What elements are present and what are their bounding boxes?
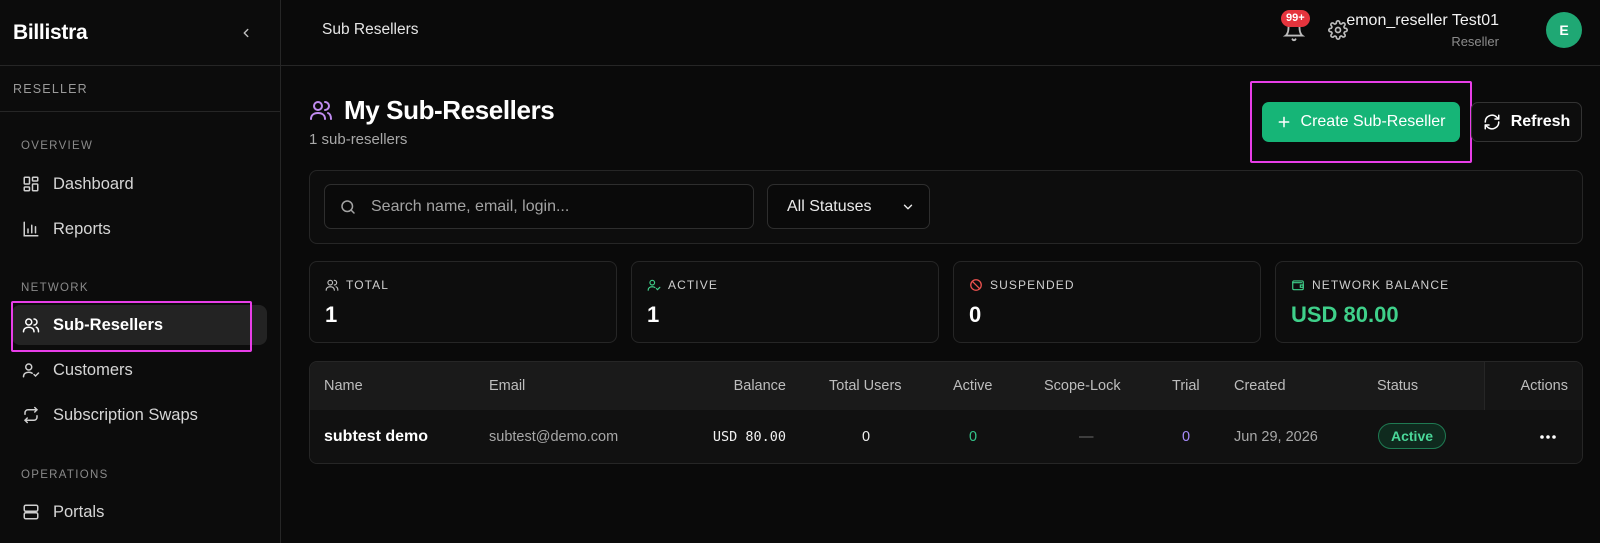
column-header-email[interactable]: Email <box>489 378 525 394</box>
column-header-scope-lock[interactable]: Scope-Lock <box>1044 378 1121 394</box>
sidebar-item-subscription-swaps[interactable]: Subscription Swaps <box>12 395 267 435</box>
column-header-active[interactable]: Active <box>953 378 993 394</box>
column-header-trial[interactable]: Trial <box>1172 378 1200 394</box>
user-role: Reseller <box>1451 34 1499 49</box>
sub-resellers-table: Name Email Balance Total Users Active Sc… <box>309 361 1583 464</box>
table-header: Name Email Balance Total Users Active Sc… <box>310 362 1582 410</box>
cell-name[interactable]: subtest demo <box>324 428 428 446</box>
search-input[interactable] <box>371 197 731 216</box>
user-name[interactable]: emon_reseller Test01 <box>1346 12 1499 30</box>
column-header-actions: Actions <box>1520 378 1568 394</box>
user-check-icon <box>647 279 661 291</box>
users-icon <box>325 279 339 291</box>
refresh-button-label: Refresh <box>1510 113 1571 130</box>
cell-balance: USD 80.00 <box>712 429 786 445</box>
cell-total-users: 0 <box>862 429 871 445</box>
status-filter-value: All Statuses <box>787 197 872 215</box>
cell-scope-lock: — <box>1079 429 1094 445</box>
cell-email: subtest@demo.com <box>489 429 619 445</box>
sidebar-item-sub-resellers[interactable]: Sub-Resellers <box>12 305 267 345</box>
cell-active: 0 <box>969 429 978 445</box>
brand-logo: Billistra <box>13 20 88 44</box>
stat-value: 1 <box>647 302 660 327</box>
users-icon <box>309 98 333 122</box>
wallet-icon <box>1292 280 1304 291</box>
server-icon <box>22 503 40 521</box>
top-bar: Sub Resellers 99+ emon_reseller Test01 R… <box>281 0 1600 66</box>
sidebar-item-label: Reports <box>53 219 111 238</box>
row-actions-button[interactable] <box>1536 425 1560 449</box>
nav-section-operations: OPERATIONS <box>21 469 109 481</box>
stat-card-network-balance: NETWORK BALANCE USD 80.00 <box>1275 261 1583 343</box>
sidebar-item-portals[interactable]: Portals <box>12 492 267 532</box>
stat-card-total: TOTAL 1 <box>309 261 617 343</box>
notification-count-badge: 99+ <box>1281 10 1310 27</box>
stat-value: 0 <box>969 302 982 327</box>
sidebar-item-label: Dashboard <box>53 174 134 193</box>
stat-value: USD 80.00 <box>1291 302 1399 327</box>
collapse-sidebar-button[interactable] <box>236 23 256 43</box>
column-header-balance[interactable]: Balance <box>734 378 786 394</box>
page-title: My Sub-Resellers <box>344 95 555 125</box>
column-header-total-users[interactable]: Total Users <box>829 378 902 394</box>
stat-card-active: ACTIVE 1 <box>631 261 939 343</box>
app-root: Billistra RESELLER OVERVIEW Dashboard Re… <box>0 0 1600 543</box>
column-header-status[interactable]: Status <box>1377 378 1418 394</box>
column-header-created[interactable]: Created <box>1234 378 1286 394</box>
column-header-name[interactable]: Name <box>324 378 363 394</box>
filter-bar: All Statuses <box>309 170 1583 244</box>
create-button-label: Create Sub-Reseller <box>1300 113 1446 130</box>
ban-icon <box>970 279 982 291</box>
sidebar-item-customers[interactable]: Customers <box>12 350 267 390</box>
user-check-icon <box>22 361 40 379</box>
search-icon <box>341 199 355 214</box>
stat-label: SUSPENDED <box>990 278 1075 292</box>
sidebar-item-reports[interactable]: Reports <box>12 209 267 249</box>
refresh-icon <box>1484 114 1500 130</box>
role-label: RESELLER <box>0 66 280 112</box>
actions-header-cell: Actions <box>1484 362 1582 410</box>
gear-icon <box>1328 20 1348 40</box>
create-sub-reseller-button[interactable]: Create Sub-Reseller <box>1262 102 1460 142</box>
dashboard-icon <box>22 175 40 193</box>
reports-icon <box>22 220 40 238</box>
users-icon <box>22 316 40 334</box>
nav-section-network: NETWORK <box>21 282 89 294</box>
sidebar-item-label: Sub-Resellers <box>53 315 164 334</box>
sidebar-item-dashboard[interactable]: Dashboard <box>12 164 267 204</box>
cell-created: Jun 29, 2026 <box>1234 429 1318 445</box>
stat-label: ACTIVE <box>668 278 718 292</box>
refresh-button[interactable]: Refresh <box>1471 102 1582 142</box>
status-badge: Active <box>1378 423 1447 449</box>
search-box[interactable] <box>324 184 754 229</box>
sidebar-item-label: Customers <box>53 360 133 379</box>
stat-card-suspended: SUSPENDED 0 <box>953 261 1261 343</box>
chevron-left-icon <box>243 28 249 37</box>
cell-trial: 0 <box>1182 429 1191 445</box>
avatar[interactable]: E <box>1546 12 1582 48</box>
plus-icon <box>1278 116 1289 128</box>
swap-icon <box>22 406 40 424</box>
breadcrumb: Sub Resellers <box>322 21 419 38</box>
stat-label: TOTAL <box>346 278 390 292</box>
status-filter-select[interactable]: All Statuses <box>767 184 930 229</box>
brand-bar: Billistra <box>0 0 280 66</box>
page-subtitle: 1 sub-resellers <box>309 131 408 148</box>
sidebar-item-label: Subscription Swaps <box>53 405 198 424</box>
stat-value: 1 <box>325 302 338 327</box>
nav-section-overview: OVERVIEW <box>21 140 94 152</box>
sidebar-item-label: Portals <box>53 502 105 521</box>
sidebar: Billistra RESELLER OVERVIEW Dashboard Re… <box>0 0 281 543</box>
stat-label: NETWORK BALANCE <box>1312 278 1450 292</box>
table-row[interactable]: subtest demo subtest@demo.com USD 80.00 … <box>310 410 1582 463</box>
chevron-down-icon <box>903 204 913 209</box>
more-horizontal-icon <box>1540 435 1556 439</box>
